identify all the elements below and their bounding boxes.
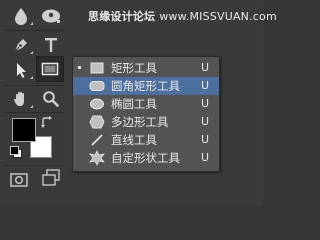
- arrow-icon: [17, 63, 26, 78]
- menu-item-shortcut: U: [200, 61, 209, 74]
- selected-bullet-icon: [78, 66, 81, 69]
- type-tool[interactable]: [38, 33, 64, 57]
- zoom-tool[interactable]: [38, 87, 64, 111]
- menu-item-label: 直线工具: [111, 133, 157, 147]
- watermark-site-name: 思缘设计论坛: [88, 10, 156, 23]
- foreground-color-swatch[interactable]: [12, 118, 36, 142]
- menu-item-polygon-tool[interactable]: 多边形工具 U: [73, 113, 219, 131]
- quick-mask-icon: [10, 173, 28, 187]
- watermark: 思缘设计论坛 www.MISSVUAN.com: [88, 8, 277, 24]
- type-icon: [45, 38, 57, 52]
- toolbar-divider: [4, 30, 64, 31]
- swap-arrow-icon: [41, 116, 52, 128]
- line-icon: [88, 132, 106, 148]
- tool-group-indicator: [30, 76, 33, 79]
- menu-item-shortcut: U: [200, 97, 209, 110]
- menu-item-label: 多边形工具: [111, 115, 169, 129]
- shape-tools-flyout-menu: 矩形工具 U 圆角矩形工具 U 椭圆工具 U 多边形工具 U 直线工具 U 自定…: [72, 56, 220, 172]
- menu-item-ellipse-tool[interactable]: 椭圆工具 U: [73, 95, 219, 113]
- swap-colors-button[interactable]: [40, 115, 54, 129]
- shape-tool[interactable]: [36, 56, 64, 82]
- toolbar-divider: [4, 112, 64, 113]
- drop-icon: [15, 8, 27, 25]
- menu-item-custom-shape-tool[interactable]: 自定形状工具 U: [73, 149, 219, 167]
- pen-icon: [14, 39, 27, 52]
- photoshop-toolbar-screenshot: 思缘设计论坛 www.MISSVUAN.com 矩形工具 U 圆角矩形工具 U 椭…: [0, 0, 277, 206]
- menu-item-rounded-rectangle-tool[interactable]: 圆角矩形工具 U: [73, 77, 219, 95]
- watermark-url: www.MISSVUAN.com: [159, 10, 277, 23]
- ellipse-icon: [88, 96, 106, 112]
- menu-item-shortcut: U: [200, 79, 209, 92]
- tool-group-indicator: [30, 105, 33, 108]
- toolbar-divider: [4, 85, 64, 86]
- menu-item-shortcut: U: [200, 151, 209, 164]
- rounded-rectangle-icon: [88, 78, 106, 94]
- quick-mask-button[interactable]: [6, 168, 32, 192]
- default-colors-button[interactable]: [10, 146, 22, 158]
- menu-item-label: 自定形状工具: [111, 151, 180, 165]
- menu-item-line-tool[interactable]: 直线工具 U: [73, 131, 219, 149]
- tools-panel: [0, 0, 68, 206]
- tool-group-indicator: [30, 51, 33, 54]
- screen-mode-icon: [42, 169, 60, 186]
- rectangle-icon: [41, 62, 59, 76]
- menu-item-label: 椭圆工具: [111, 97, 157, 111]
- screen-mode-button[interactable]: [38, 166, 64, 190]
- dodge-icon: [42, 9, 60, 23]
- hand-icon: [13, 92, 24, 106]
- menu-item-shortcut: U: [200, 133, 209, 146]
- menu-item-label: 矩形工具: [111, 61, 157, 75]
- menu-item-label: 圆角矩形工具: [111, 79, 180, 93]
- menu-item-shortcut: U: [200, 115, 209, 128]
- dodge-tool[interactable]: [38, 4, 64, 28]
- polygon-icon: [88, 114, 106, 130]
- custom-shape-icon: [88, 150, 106, 166]
- menu-item-rectangle-tool[interactable]: 矩形工具 U: [73, 59, 219, 77]
- tool-group-indicator: [30, 22, 33, 25]
- magnifier-icon: [43, 91, 59, 107]
- rectangle-icon: [88, 60, 106, 76]
